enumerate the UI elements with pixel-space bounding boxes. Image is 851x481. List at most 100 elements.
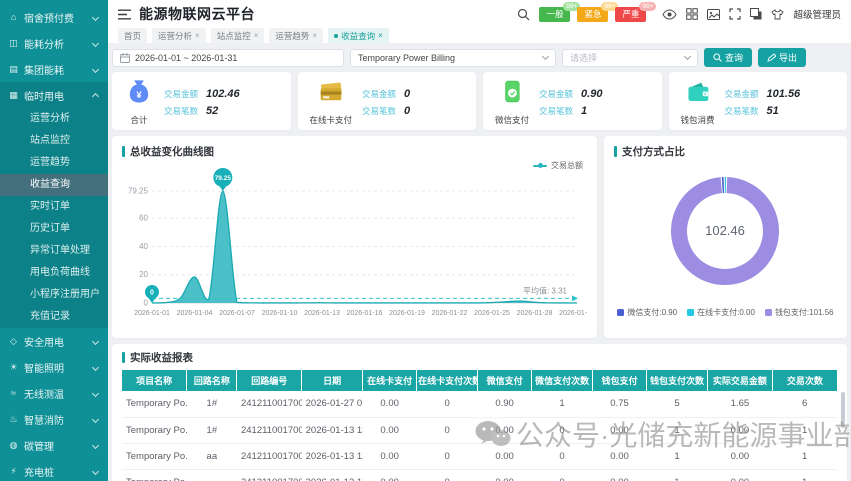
tab-item[interactable]: 运营趋势× [269,28,323,43]
search-icon[interactable] [517,8,530,21]
pie-chart-title: 支付方式占比 [622,144,685,159]
line-chart-legend[interactable]: 交易总额 [533,160,583,171]
sidebar-subitem[interactable]: 用电负荷曲线 [0,262,108,284]
sidebar-subitem[interactable]: 异常订单处理 [0,240,108,262]
table-body: Temporary Po...1#241211001700...2026-01-… [122,391,837,481]
grid-layout-icon[interactable] [686,8,698,20]
table-header-cell: 钱包支付次数 [647,370,708,391]
tab-close-icon[interactable]: × [254,31,259,40]
charger-icon: ⚡ [8,466,19,477]
sidebar-item-label: 无线测温 [24,386,88,401]
table-cell: 0 [417,469,478,481]
sidebar-item[interactable]: ☀智能照明 [0,354,108,380]
tab-close-icon[interactable]: × [312,31,317,40]
table-scrollbar-thumb[interactable] [841,392,845,428]
svg-text:平均值: 3.31: 平均值: 3.31 [523,285,568,295]
kpi-count-label: 交易笔数 [164,105,198,117]
kpi-count-value: 52 [206,105,218,117]
sidebar-item[interactable]: ≈无线测温 [0,380,108,406]
export-button[interactable]: 导出 [758,48,806,67]
date-range-input[interactable]: 2026-01-01 ~ 2026-01-31 [112,49,344,67]
alarm-badge[interactable]: 紧急99+ [577,7,608,22]
alarm-badge[interactable]: 严重99+ [615,7,646,22]
table-header-cell: 回路编号 [237,370,302,391]
table-cell: Temporary Po... [122,469,187,481]
carbon-icon: ◍ [8,440,19,451]
sidebar-menu: ⌂宿舍预付费◫能耗分析▤集团能耗▦临时用电运营分析站点监控运营趋势收益查询实时订… [0,4,108,481]
sidebar-subitem[interactable]: 实时订单 [0,196,108,218]
tab-item[interactable]: 站点监控× [211,28,265,43]
kpi-amount-label: 交易金额 [725,88,759,100]
svg-text:102.46: 102.46 [705,223,745,238]
table-cell: 0.00 [708,417,773,443]
tab-item[interactable]: 运营分析× [152,28,206,43]
sidebar: ⌂宿舍预付费◫能耗分析▤集团能耗▦临时用电运营分析站点监控运营趋势收益查询实时订… [0,0,108,481]
table-cell: 0 [532,469,593,481]
sidebar-subitem[interactable]: 充值记录 [0,306,108,328]
table-header-cell: 在线卡支付次数 [417,370,478,391]
chevron-down-icon [542,53,549,60]
eye-icon[interactable] [662,9,677,20]
revenue-line-chart[interactable]: 020406079.252026-01-012026-01-042026-01-… [122,161,587,329]
table-cell: 0.00 [593,417,647,443]
tab-close-icon[interactable]: × [378,31,383,40]
svg-text:79.25: 79.25 [215,175,232,182]
table-cell: 1# [187,391,237,417]
table-cell: 241211001700... [237,391,302,417]
theme-skin-icon[interactable] [771,9,784,20]
sidebar-item[interactable]: ⚡充电桩 [0,458,108,481]
table-cell: 1 [647,417,708,443]
app-root: ⌂宿舍预付费◫能耗分析▤集团能耗▦临时用电运营分析站点监控运营趋势收益查询实时订… [0,0,851,481]
sidebar-subitem[interactable]: 运营分析 [0,108,108,130]
sidebar-subitem[interactable]: 站点监控 [0,130,108,152]
menu-collapse-icon[interactable] [118,9,131,20]
svg-text:60: 60 [139,214,148,223]
line-series-label: 交易总额 [551,160,583,171]
username[interactable]: 超级管理员 [793,7,841,21]
pie-legend-item[interactable]: 钱包支付:101.56 [765,307,834,318]
sidebar-item[interactable]: ▦临时用电 [0,82,108,108]
header-actions: 一般99+紧急99+严重99+ 超级 [517,7,841,22]
legend-label: 微信支付:0.90 [627,307,677,318]
tab-item[interactable]: 首页 [118,28,147,43]
kpi-amount-row: 交易金额101.56 [725,88,801,100]
sidebar-item[interactable]: ⌂宿舍预付费 [0,4,108,30]
sidebar-subitem[interactable]: 运营趋势 [0,152,108,174]
pie-legend-item[interactable]: 微信支付:0.90 [617,307,677,318]
line-chart-title: 总收益变化曲线图 [130,144,214,159]
secondary-select[interactable]: 请选择 [562,49,698,67]
table-cell: 0.00 [478,469,532,481]
payment-donut-chart[interactable]: 102.46 [614,159,837,307]
table-row[interactable]: Temporary Po...1#241211001700...2026-01-… [122,391,837,417]
sidebar-item[interactable]: ◇安全用电 [0,328,108,354]
query-button[interactable]: 查询 [704,48,752,67]
sidebar-item[interactable]: ♨智慧消防 [0,406,108,432]
billing-type-value: Temporary Power Billing [358,53,455,63]
billing-type-select[interactable]: Temporary Power Billing [350,49,556,67]
sidebar-subitem[interactable]: 小程序注册用户 [0,284,108,306]
tab-close-icon[interactable]: × [195,31,200,40]
pie-chart-legend: 微信支付:0.90 在线卡支付:0.00 钱包支付:101.56 [614,307,837,318]
sidebar-item[interactable]: ▤集团能耗 [0,56,108,82]
svg-text:2026-01-01: 2026-01-01 [134,310,170,317]
image-icon[interactable] [707,9,720,20]
copy-icon[interactable] [750,8,762,20]
tab-active[interactable]: 收益查询× [328,28,389,43]
analysis-icon: ◫ [8,38,19,49]
table-row[interactable]: Temporary Po...241211001700...2026-01-12… [122,469,837,481]
kpi-card: ¥合计交易金额102.46交易笔数52 [112,72,291,130]
pie-legend-item[interactable]: 在线卡支付:0.00 [687,307,755,318]
fullscreen-icon[interactable] [729,8,741,20]
alarm-badge[interactable]: 一般99+ [539,7,570,22]
chevron-down-icon [92,389,99,396]
sidebar-item[interactable]: ◍碳管理 [0,432,108,458]
sidebar-item-label: 宿舍预付费 [24,10,88,25]
kpi-values: 交易金额102.46交易笔数52 [164,88,240,117]
sidebar-subitem[interactable]: 收益查询 [0,174,108,196]
sidebar-subitem[interactable]: 历史订单 [0,218,108,240]
chevron-down-icon [92,337,99,344]
kpi-count-value: 51 [767,105,779,117]
table-row[interactable]: Temporary Po...aa241211001700...2026-01-… [122,443,837,469]
sidebar-item[interactable]: ◫能耗分析 [0,30,108,56]
table-row[interactable]: Temporary Po...1#241211001700...2026-01-… [122,417,837,443]
